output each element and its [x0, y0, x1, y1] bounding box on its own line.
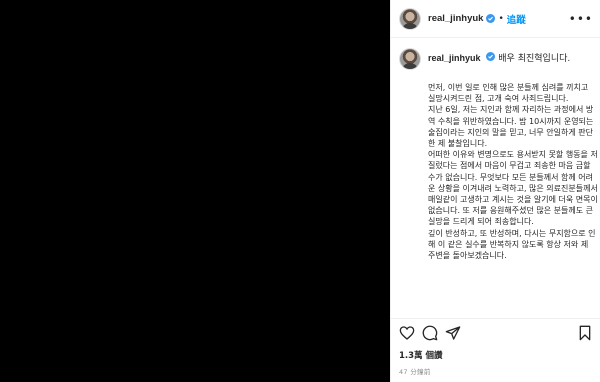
avatar[interactable]	[399, 7, 421, 30]
post-header: real_jinhyuk • 追蹤 •••	[391, 0, 600, 38]
caption-intro: 배우 최진혁입니다.	[498, 54, 571, 64]
caption-paragraph-3: 어떠한 이유와 변명으로도 용서받지 못할 행동을 저질렀다는 점에서 마음이 …	[428, 150, 598, 227]
post-timestamp[interactable]: 47 分鐘前	[399, 366, 431, 376]
post-media-area	[0, 0, 390, 382]
more-options-icon[interactable]: •••	[569, 12, 593, 26]
caption-paragraph-4: 깊이 반성하고, 또 반성하며, 다시는 무지함으로 인해 이 같은 실수를 반…	[428, 228, 596, 261]
verified-badge-icon	[486, 14, 496, 23]
follow-button[interactable]: 追蹤	[507, 12, 526, 26]
separator: •	[498, 13, 504, 24]
caption-paragraph-2: 지난 6일, 저는 지인과 함께 자리하는 과정에서 방역 수칙을 위반하였습니…	[428, 105, 594, 149]
username[interactable]: real_jinhyuk	[428, 13, 483, 24]
caption-avatar[interactable]	[399, 48, 421, 70]
verified-badge-icon	[486, 52, 496, 61]
caption-body: 먼저, 이번 일로 인해 많은 분들께 심려를 끼치고 실망시켜드린 점, 고개…	[428, 82, 598, 261]
bookmark-icon[interactable]	[577, 325, 593, 341]
send-icon[interactable]	[445, 325, 461, 341]
caption-name-line: real_jinhyuk 배우 최진혁입니다.	[428, 52, 570, 65]
like-count[interactable]: 1.3萬 個讚	[399, 349, 443, 361]
caption-paragraph-1: 먼저, 이번 일로 인해 많은 분들께 심려를 끼치고 실망시켜드린 점, 고개…	[428, 83, 589, 104]
caption-header: real_jinhyuk 배우 최진혁입니다.	[399, 48, 595, 70]
heart-icon[interactable]	[399, 325, 415, 341]
action-bar	[391, 318, 600, 348]
caption-username[interactable]: real_jinhyuk	[428, 53, 481, 63]
comment-icon[interactable]	[422, 325, 438, 341]
post-caption: real_jinhyuk 배우 최진혁입니다. 먼저, 이번 일로 인해 많은 …	[399, 48, 598, 261]
post-side-panel: real_jinhyuk • 追蹤 ••• real_jinhyuk 배우 최진…	[390, 0, 600, 382]
